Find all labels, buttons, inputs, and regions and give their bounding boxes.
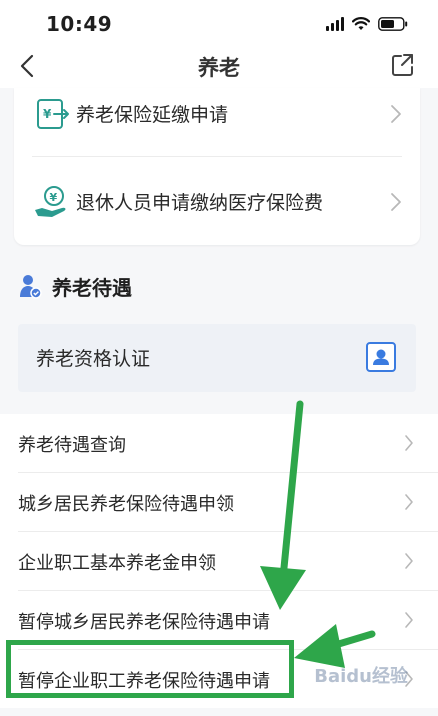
list-item-pension-query[interactable]: 养老待遇查询 (18, 414, 438, 473)
service-item-label: 退休人员申请缴纳医疗保险费 (76, 192, 324, 214)
list-item-rural-pension-claim[interactable]: 城乡居民养老保险待遇申领 (18, 473, 438, 532)
list-item-label: 城乡居民养老保险待遇申领 (18, 494, 234, 515)
watermark-text: Baidu经验 (314, 666, 408, 687)
svg-text:¥: ¥ (43, 107, 52, 121)
wifi-icon (352, 17, 370, 30)
chevron-right-icon (405, 494, 413, 510)
section-header: 养老待遇 (18, 270, 132, 302)
qualification-label: 养老资格认证 (36, 348, 151, 370)
status-bar: 10:49 (0, 0, 438, 48)
hand-coin-icon: ¥ (35, 186, 66, 217)
section-title: 养老待遇 (52, 275, 132, 300)
chevron-right-icon (391, 193, 401, 211)
service-item-label: 养老保险延缴申请 (76, 104, 229, 126)
status-icons (326, 17, 408, 31)
id-card-icon (366, 342, 396, 372)
annotation-highlight-box (6, 640, 294, 698)
nav-bar: 养老 (0, 48, 438, 88)
service-item-retiree-medical[interactable]: ¥ 退休人员申请缴纳医疗保险费 (14, 158, 420, 246)
money-transfer-icon: ¥ (37, 99, 69, 129)
list-item-employee-pension-claim[interactable]: 企业职工基本养老金申领 (18, 532, 438, 591)
elderly-person-icon (20, 275, 42, 299)
page-title: 养老 (198, 56, 240, 80)
qualification-card[interactable]: 养老资格认证 (18, 324, 416, 392)
list-item-label: 暂停城乡居民养老保险待遇申请 (18, 612, 270, 633)
chevron-right-icon (405, 435, 413, 451)
chevron-right-icon (391, 105, 401, 123)
chevron-right-icon (405, 612, 413, 628)
status-time: 10:49 (46, 12, 113, 36)
list-item-label: 企业职工基本养老金申领 (18, 553, 216, 574)
chevron-right-icon (405, 553, 413, 569)
signal-icon (326, 17, 344, 31)
share-icon[interactable] (390, 52, 416, 78)
service-card: ¥ 养老保险延缴申请 ¥ 退休人员申请缴纳医疗保险费 (14, 88, 420, 245)
svg-text:¥: ¥ (50, 191, 58, 204)
list-item-label: 养老待遇查询 (18, 435, 126, 456)
battery-icon (378, 17, 408, 31)
divider (32, 156, 402, 157)
